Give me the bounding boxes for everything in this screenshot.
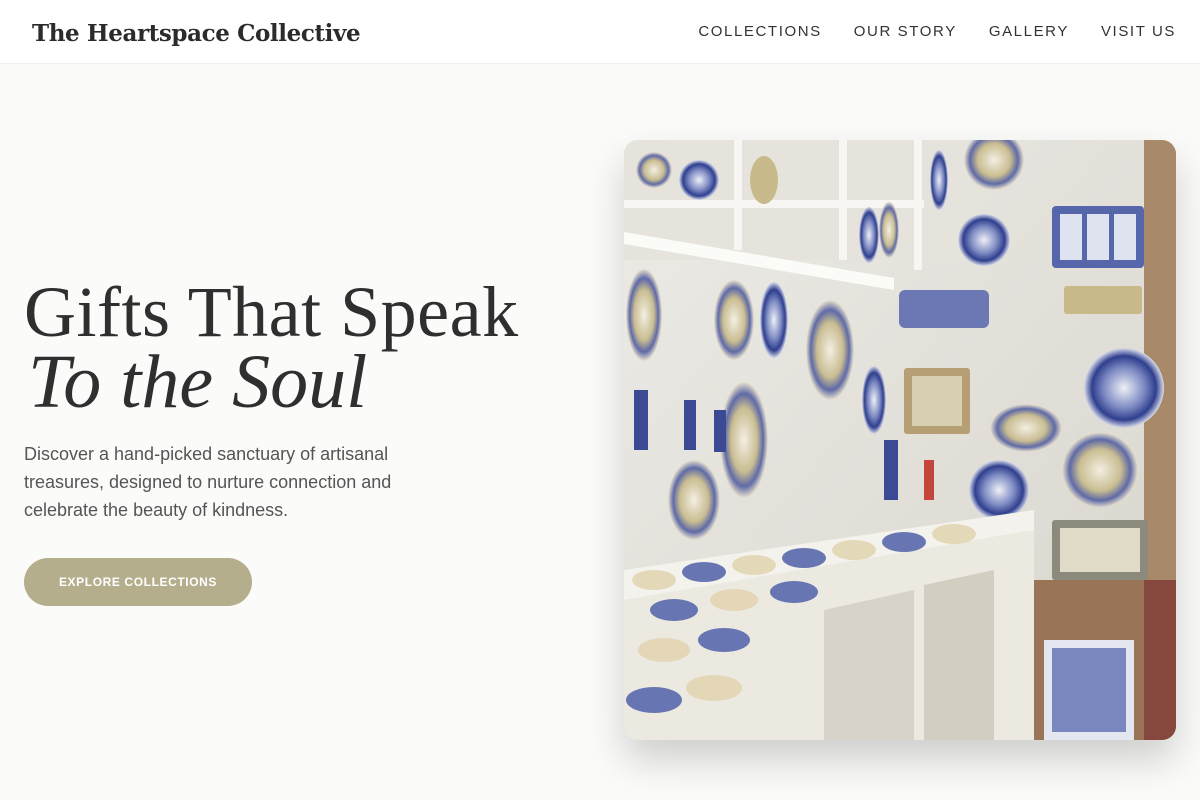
hero-headline: Gifts That Speak To the Soul	[24, 272, 584, 424]
site-header: The Heartspace Collective COLLECTIONS OU…	[0, 0, 1200, 64]
hero-image	[624, 140, 1176, 740]
brand-logo[interactable]: The Heartspace Collective	[32, 20, 361, 47]
nav-link-visit-us[interactable]: VISIT US	[1101, 23, 1176, 40]
hero-text: Gifts That Speak To the Soul Discover a …	[24, 276, 584, 606]
nav-link-gallery[interactable]: GALLERY	[989, 23, 1069, 40]
nav-link-our-story[interactable]: OUR STORY	[854, 23, 957, 40]
headline-line-2: To the Soul	[28, 340, 368, 424]
headline-line-1: Gifts That Speak	[24, 272, 519, 352]
explore-collections-button[interactable]: EXPLORE COLLECTIONS	[24, 558, 252, 606]
nav-link-collections[interactable]: COLLECTIONS	[698, 23, 821, 40]
ceramics-shop-illustration	[624, 140, 1176, 740]
hero-description: Discover a hand-picked sanctuary of arti…	[24, 444, 392, 520]
main-nav: COLLECTIONS OUR STORY GALLERY VISIT US	[698, 23, 1176, 40]
